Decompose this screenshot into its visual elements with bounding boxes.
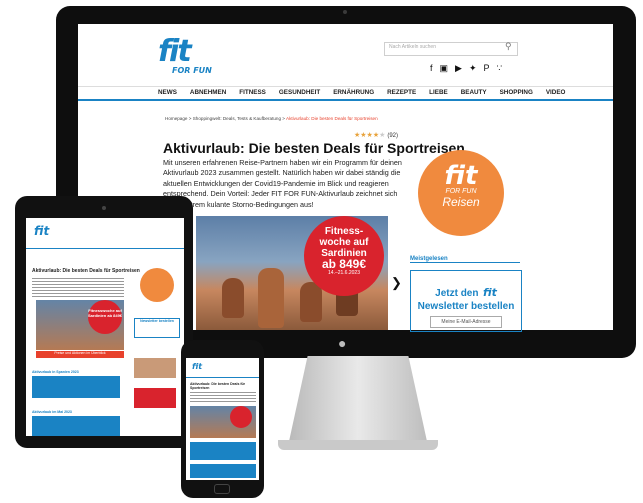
- tablet-badge[interactable]: Fitnesswoche auf Sardinien ab 849€: [88, 300, 122, 334]
- search-icon[interactable]: ⚲: [505, 41, 512, 52]
- tablet-logo[interactable]: fit: [34, 224, 49, 238]
- nav-item-news[interactable]: NEWS: [158, 87, 177, 99]
- tablet-section-1-image[interactable]: [32, 376, 120, 398]
- phone-screen: fit Aktivurlaub: Die besten Deals für Sp…: [186, 358, 259, 480]
- rating-count: (92): [387, 133, 399, 139]
- phone-intro-lines: [190, 392, 256, 402]
- tablet-screen: fit Aktivurlaub: Die besten Deals für Sp…: [26, 218, 184, 436]
- badge-line-1: Fitness-: [324, 226, 364, 237]
- nav-item-abnehmen[interactable]: ABNEHMEN: [190, 87, 226, 99]
- phone-badge[interactable]: [230, 406, 252, 428]
- tablet-camera-icon: [102, 206, 106, 210]
- tablet-fitreisen-logo[interactable]: [140, 268, 174, 302]
- phone-home-button[interactable]: [214, 484, 230, 494]
- star-icon: ★★★★: [354, 132, 380, 139]
- phone-section-image-2[interactable]: [190, 464, 256, 478]
- phone-nav: [186, 374, 259, 378]
- newsletter-email-input[interactable]: Meine E-Mail-Adresse: [430, 316, 502, 328]
- nav-item-beauty[interactable]: BEAUTY: [461, 87, 487, 99]
- tablet-cta-button[interactable]: Preise und Aktionen im Überblick: [36, 351, 124, 358]
- badge-dates: 14.–21.6.2023: [328, 270, 360, 276]
- tablet-side-image-1[interactable]: [134, 358, 176, 378]
- main-nav: NEWS ABNEHMEN FITNESS GESUNDHEIT ERNÄHRU…: [78, 86, 613, 101]
- rss-icon[interactable]: ∵: [497, 63, 503, 74]
- breadcrumb: Homepage > Shoppingwelt: Deals, Tests & …: [165, 116, 378, 121]
- nav-item-ernaehrung[interactable]: ERNÄHRUNG: [333, 87, 374, 99]
- nav-item-gesundheit[interactable]: GESUNDHEIT: [279, 87, 320, 99]
- newsletter-line-1: Jetzt den: [435, 288, 479, 299]
- phone-title: Aktivurlaub: Die besten Deals für Sportr…: [190, 382, 246, 390]
- tablet-nav: [26, 244, 184, 249]
- fitreisen-sub: FOR FUN: [445, 188, 477, 195]
- phone-logo[interactable]: fit: [192, 362, 202, 371]
- nav-item-fitness[interactable]: FITNESS: [239, 87, 266, 99]
- search-placeholder: Nach Artikeln suchen: [389, 44, 436, 50]
- imac-stand: [288, 356, 428, 446]
- tablet-section-1: Aktivurlaub in Spanien 2023: [32, 370, 79, 374]
- apple-logo-icon: ●: [338, 335, 347, 351]
- badge-line-2: woche auf: [319, 237, 369, 248]
- tablet-section-2-image[interactable]: [32, 416, 120, 436]
- nav-item-shopping[interactable]: SHOPPING: [500, 87, 533, 99]
- fit-reisen-logo[interactable]: fit FOR FUN Reisen: [418, 150, 504, 236]
- nav-item-liebe[interactable]: LIEBE: [429, 87, 448, 99]
- tablet-title: Aktivurlaub: Die besten Deals für Sportr…: [32, 268, 140, 274]
- site-logo[interactable]: fit FOR FUN: [158, 34, 212, 76]
- imac-stand-foot: [278, 440, 438, 450]
- facebook-icon[interactable]: f: [430, 63, 433, 74]
- newsletter-box: Jetzt den fit Newsletter bestellen Meine…: [410, 270, 522, 332]
- fitreisen-main: fit: [444, 161, 478, 191]
- nav-item-rezepte[interactable]: REZEPTE: [387, 87, 416, 99]
- social-links: f ▣ ▶ ✦ P ∵: [430, 63, 502, 74]
- phone-section-image-1[interactable]: [190, 442, 256, 460]
- tablet-logo-text: fit: [34, 224, 50, 238]
- instagram-icon[interactable]: ▣: [440, 63, 449, 74]
- breadcrumb-shoppingwelt[interactable]: Shoppingwelt: Deals, Tests & Kaufberatun…: [193, 116, 281, 121]
- tablet-side-image-2[interactable]: [134, 388, 176, 408]
- intro-text: Mit unseren erfahrenen Reise-Partnern ha…: [163, 158, 402, 209]
- offer-badge[interactable]: Fitness- woche auf Sardinien ab 849€ 14.…: [304, 216, 384, 296]
- page-title: Aktivurlaub: Die besten Deals für Sportr…: [163, 140, 465, 156]
- twitter-icon[interactable]: ✦: [469, 63, 477, 74]
- star-empty-icon: ★: [379, 132, 386, 139]
- fitreisen-tag: Reisen: [442, 195, 480, 209]
- phone-logo-text: fit: [192, 362, 203, 371]
- newsletter-logo: fit: [482, 286, 497, 299]
- carousel-next-icon[interactable]: ❯: [391, 275, 402, 291]
- youtube-icon[interactable]: ▶: [455, 63, 462, 74]
- logo-text: fit: [158, 34, 192, 69]
- rating-stars[interactable]: ★★★★★ (92): [354, 131, 398, 139]
- search-input[interactable]: Nach Artikeln suchen: [384, 42, 518, 56]
- tablet-intro-lines: [32, 278, 124, 298]
- pinterest-icon[interactable]: P: [484, 63, 490, 74]
- newsletter-line-2: Newsletter bestellen: [417, 301, 515, 312]
- breadcrumb-home[interactable]: Homepage: [165, 116, 187, 121]
- tablet-newsletter[interactable]: Newsletter bestellen: [134, 318, 180, 338]
- badge-price: ab 849€: [321, 257, 367, 271]
- breadcrumb-current: Aktivurlaub: Die besten Deals für Sportr…: [286, 116, 378, 121]
- meistgelesen-heading: Meistgelesen: [410, 256, 520, 263]
- camera-icon: [343, 10, 347, 14]
- nav-item-video[interactable]: VIDEO: [546, 87, 566, 99]
- logo-subtext: FOR FUN: [172, 66, 212, 75]
- tablet-section-2: Aktivurlaub im Mai 2023: [32, 410, 72, 414]
